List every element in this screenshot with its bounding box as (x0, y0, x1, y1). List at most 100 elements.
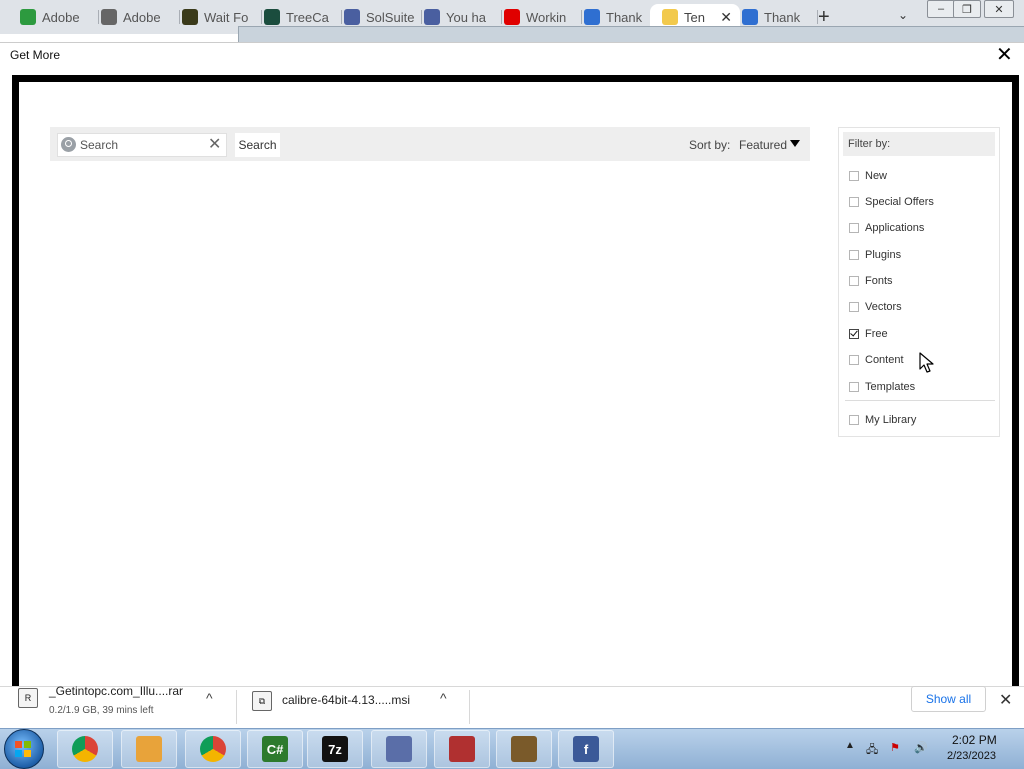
maximize-button[interactable]: ❐ (953, 0, 981, 18)
filter-checkbox[interactable] (849, 171, 859, 181)
window-close-button[interactable]: ✕ (984, 0, 1014, 18)
filter-item-free[interactable]: Free (849, 326, 888, 342)
filter-item-label: Fonts (865, 275, 893, 287)
dialog-title: Get More (10, 48, 61, 62)
filter-item-label: Plugins (865, 249, 902, 261)
taskbar-button-csharp[interactable]: C# (247, 730, 303, 768)
rar-archive-icon: R (18, 688, 38, 708)
csharp-icon: C# (262, 736, 288, 762)
solsuite-icon (424, 9, 440, 25)
search-button[interactable]: Search (235, 133, 280, 157)
tab-label: TreeCa (286, 9, 329, 25)
tab-label: You ha (446, 9, 487, 25)
action-center-flag-icon[interactable]: ⚑ (890, 741, 904, 755)
browser-tab[interactable]: Adobe (8, 4, 99, 30)
search-input[interactable] (80, 134, 200, 156)
tab-search-chevron-icon[interactable]: ⌄ (898, 8, 908, 22)
tab-label: SolSuite (366, 9, 415, 25)
content-frame-right-border (1012, 75, 1019, 686)
filter-checkbox[interactable] (849, 197, 859, 207)
filter-item-my-library[interactable]: My Library (849, 412, 916, 428)
filter-item-label: Free (865, 328, 888, 340)
chrome-icon (200, 736, 226, 762)
filter-checkbox[interactable] (849, 302, 859, 312)
filter-item-label: Special Offers (865, 196, 934, 208)
solitaire-icon (449, 736, 475, 762)
dialog-close-icon[interactable]: ✕ (996, 42, 1013, 67)
download-bar-close-icon[interactable]: ✕ (999, 690, 1012, 710)
filter-item-templates[interactable]: Templates (849, 379, 915, 395)
network-icon[interactable]: 🖧 (866, 741, 880, 756)
filter-title: Filter by: (848, 138, 891, 150)
tab-label: Ten (684, 9, 705, 25)
taskbar-button-facebook[interactable]: f (558, 730, 614, 768)
filter-item-special-offers[interactable]: Special Offers (849, 194, 934, 210)
filter-item-label: Content (865, 354, 904, 366)
msi-installer-icon: ⧉ (252, 691, 272, 711)
taskbar-button-installer[interactable] (371, 730, 427, 768)
treecap-icon (264, 9, 280, 25)
show-all-button[interactable]: Show all (911, 686, 986, 712)
filter-checkbox[interactable] (849, 382, 859, 392)
download-item-name[interactable]: calibre-64bit-4.13.....msi (282, 693, 410, 707)
filter-item-label: New (865, 170, 888, 182)
filter-item-label: Vectors (865, 301, 902, 313)
g-letter-icon (182, 9, 198, 25)
tab-label: Workin (526, 9, 567, 25)
balloon-icon (742, 9, 758, 25)
tab-label: Adobe (123, 9, 161, 25)
media-player-icon (136, 736, 162, 762)
tab-label: Wait Fo (204, 9, 249, 25)
volume-icon[interactable]: 🔊 (914, 741, 928, 755)
chevron-up-icon[interactable]: ^ (440, 690, 447, 706)
filter-checkbox[interactable] (849, 276, 859, 286)
filter-item-fonts[interactable]: Fonts (849, 273, 893, 289)
mail-icon (662, 9, 678, 25)
installer-icon (386, 736, 412, 762)
facebook-icon: f (573, 736, 599, 762)
divider (469, 690, 470, 724)
filter-checkbox[interactable] (849, 355, 859, 365)
youtube-icon (504, 9, 520, 25)
tab-label: Adobe (42, 9, 80, 25)
divider (236, 690, 237, 724)
filter-item-vectors[interactable]: Vectors (849, 299, 902, 315)
filter-checkbox-checked[interactable] (849, 329, 859, 339)
taskbar-button-solitaire[interactable] (434, 730, 490, 768)
clear-search-icon[interactable]: ✕ (208, 136, 221, 154)
calibre-icon (511, 736, 537, 762)
filter-item-plugins[interactable]: Plugins (849, 247, 901, 263)
taskbar-button-chrome-pinned[interactable] (57, 730, 113, 768)
filter-checkbox[interactable] (849, 223, 859, 233)
filter-item-label: My Library (865, 414, 917, 426)
filter-item-label: Templates (865, 381, 916, 393)
search-icon (61, 137, 76, 152)
filter-checkbox[interactable] (849, 250, 859, 260)
taskbar-button-chrome[interactable] (185, 730, 241, 768)
clock-time[interactable]: 2:02 PM (952, 733, 997, 747)
browser-tab[interactable]: Adobe (89, 4, 180, 30)
dollar-circle-icon (101, 9, 117, 25)
solsuite-icon (344, 9, 360, 25)
filter-item-label: Applications (865, 222, 925, 234)
taskbar-button-calibre[interactable] (496, 730, 552, 768)
filter-divider (845, 400, 995, 401)
adobe-green-icon (20, 9, 36, 25)
filter-item-content[interactable]: Content (849, 352, 904, 368)
sort-label: Sort by: (689, 138, 731, 152)
tab-label: Thank (764, 9, 801, 25)
show-hidden-icons-button[interactable]: ▲ (845, 740, 855, 751)
sort-dropdown-arrow-icon[interactable] (790, 140, 800, 147)
filter-checkbox[interactable] (849, 415, 859, 425)
chevron-up-icon[interactable]: ^ (206, 690, 213, 706)
filter-item-new[interactable]: New (849, 168, 887, 184)
taskbar-button-7zip[interactable]: 7z (307, 730, 363, 768)
minimize-button[interactable]: – (927, 0, 955, 18)
download-item-name[interactable]: _Getintopc.com_Illu....rar (49, 684, 183, 698)
clock-date[interactable]: 2/23/2023 (947, 750, 996, 762)
taskbar-button-media-player[interactable] (121, 730, 177, 768)
filter-item-applications[interactable]: Applications (849, 220, 924, 236)
tab-label: Thank (606, 9, 643, 25)
sort-dropdown[interactable]: Featured (739, 138, 787, 152)
start-button[interactable] (4, 729, 44, 769)
